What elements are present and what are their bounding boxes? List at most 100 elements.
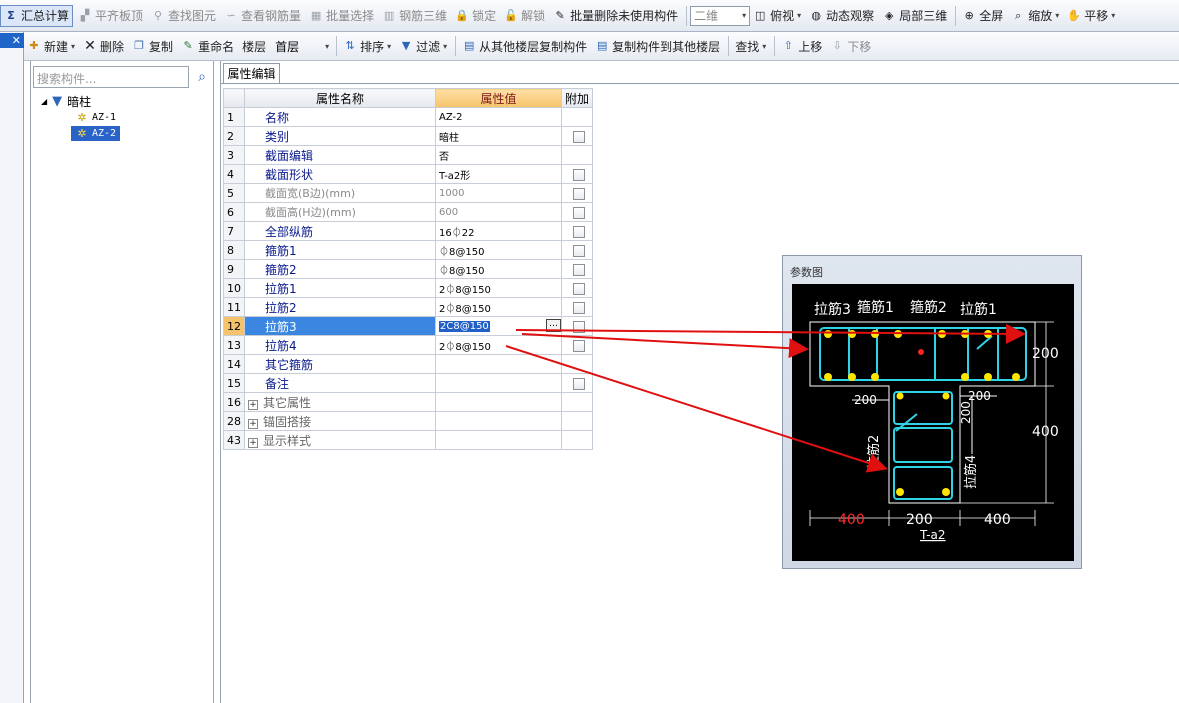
property-name: 其它箍筋: [244, 354, 436, 374]
pan-button[interactable]: ✋ 平移 ▾: [1064, 5, 1118, 27]
extra-checkbox[interactable]: [573, 263, 585, 276]
property-name: 截面编辑: [244, 145, 436, 165]
rebar-button[interactable]: ∽ 查看钢筋量: [221, 5, 304, 27]
extra-checkbox[interactable]: [573, 377, 585, 390]
floor-select[interactable]: 首层 ▾: [271, 36, 333, 56]
table-row[interactable]: 6 截面高(H边)(mm) 600: [223, 202, 594, 222]
extra-cell: [560, 392, 594, 412]
property-value[interactable]: 2⏀8@150: [435, 278, 562, 298]
table-row[interactable]: 2 类别 暗柱: [223, 126, 594, 146]
delete-button[interactable]: ✕ 删除: [80, 35, 127, 57]
extra-checkbox[interactable]: [573, 130, 585, 143]
property-value[interactable]: ⏀8@150: [435, 240, 562, 260]
extra-checkbox[interactable]: [573, 244, 585, 257]
property-value[interactable]: ⏀8@150: [435, 259, 562, 279]
collapse-icon[interactable]: ◢: [41, 97, 47, 106]
find-button[interactable]: ⚲ 查找图元: [148, 5, 219, 27]
table-row[interactable]: 43 + 显示样式: [223, 430, 594, 450]
extra-checkbox[interactable]: [573, 187, 585, 200]
r3d-button[interactable]: ▥ 钢筋三维: [379, 5, 450, 27]
table-row[interactable]: 16 + 其它属性: [223, 392, 594, 412]
move-up-button[interactable]: ⇧ 上移: [778, 35, 825, 57]
property-value[interactable]: [435, 392, 562, 412]
property-value[interactable]: [435, 411, 562, 431]
property-value[interactable]: 暗柱: [435, 126, 562, 146]
extra-header[interactable]: 附加: [560, 88, 594, 108]
lock-button[interactable]: 🔒 锁定: [452, 5, 499, 27]
table-row[interactable]: 8 箍筋1 ⏀8@150: [223, 240, 594, 260]
new-button[interactable]: ✚ 新建 ▾: [24, 35, 78, 57]
property-value[interactable]: 2⏀8@150: [435, 335, 562, 355]
table-row[interactable]: 11 拉筋2 2⏀8@150: [223, 297, 594, 317]
expand-icon[interactable]: +: [248, 437, 258, 448]
batch-button[interactable]: ▦ 批量选择: [306, 5, 377, 27]
property-value[interactable]: 2⏀8@150: [435, 297, 562, 317]
extra-checkbox[interactable]: [573, 320, 585, 333]
table-row[interactable]: 4 截面形状 T-a2形: [223, 164, 594, 184]
copy-from-floor-button[interactable]: ▤ 从其他楼层复制构件: [459, 35, 590, 57]
table-row[interactable]: 14 其它箍筋: [223, 354, 594, 374]
table-row[interactable]: 15 备注: [223, 373, 594, 393]
property-value[interactable]: 否: [435, 145, 562, 165]
table-row[interactable]: 5 截面宽(B边)(mm) 1000: [223, 183, 594, 203]
table-row[interactable]: 1 名称 AZ-2: [223, 107, 594, 127]
search-icon[interactable]: ⌕: [191, 66, 213, 88]
top-button[interactable]: ◫ 俯视 ▾: [750, 5, 804, 27]
table-row[interactable]: 13 拉筋4 2⏀8@150: [223, 335, 594, 355]
rename-button[interactable]: ✎ 重命名: [178, 35, 237, 57]
table-row[interactable]: 28 + 锚固搭接: [223, 411, 594, 431]
extra-checkbox[interactable]: [573, 206, 585, 219]
property-value[interactable]: [435, 373, 562, 393]
orbit-button[interactable]: ◍ 动态观察: [806, 5, 877, 27]
table-row[interactable]: 12 拉筋3 2C8@150…: [223, 316, 594, 336]
property-value[interactable]: [435, 430, 562, 450]
table-row[interactable]: 3 截面编辑否: [223, 145, 594, 165]
sort-button[interactable]: ⇅ 排序 ▾: [340, 35, 394, 57]
close-icon[interactable]: ✕: [0, 33, 24, 48]
property-value[interactable]: 2C8@150…: [435, 316, 562, 336]
extra-checkbox[interactable]: [573, 282, 585, 295]
extra-cell: [560, 107, 594, 127]
extra-checkbox[interactable]: [573, 168, 585, 181]
row-number: 5: [223, 183, 245, 203]
extra-checkbox[interactable]: [573, 225, 585, 238]
batchdel-button[interactable]: ✎ 批量删除未使用构件: [550, 5, 681, 27]
copy-button[interactable]: ❐ 复制: [129, 35, 176, 57]
property-name-header[interactable]: 属性名称: [244, 88, 436, 108]
table-row[interactable]: 9 箍筋2 ⏀8@150: [223, 259, 594, 279]
component-toolbar: ✚ 新建 ▾ ✕ 删除 ❐ 复制 ✎ 重命名 楼层 首层 ▾ ⇅ 排序 ▾ ▼ 过滤 ▾ ▤ 从其他楼…: [24, 32, 1179, 61]
unlock-button[interactable]: 🔓 解锁: [501, 5, 548, 27]
tab-property-edit[interactable]: 属性编辑: [223, 63, 280, 84]
expand-icon[interactable]: +: [248, 399, 258, 410]
view-mode-select[interactable]: 二维 ▾: [690, 5, 751, 26]
full-button[interactable]: ⊕ 全屏: [959, 5, 1006, 27]
property-value[interactable]: 1000: [435, 183, 562, 203]
expand-icon[interactable]: +: [248, 418, 258, 429]
table-row[interactable]: 7 全部纵筋 16⏀22: [223, 221, 594, 241]
table-row[interactable]: 10 拉筋1 2⏀8@150: [223, 278, 594, 298]
ellipsis-button[interactable]: …: [546, 319, 561, 332]
search-input[interactable]: 搜索构件...: [33, 66, 189, 88]
filter-button[interactable]: ▼ 过滤 ▾: [396, 35, 450, 57]
extra-checkbox[interactable]: [573, 301, 585, 314]
copy-to-floor-button[interactable]: ▤ 复制构件到其他楼层: [592, 35, 723, 57]
zoom-button[interactable]: ⌕ 缩放 ▾: [1008, 5, 1062, 27]
extra-checkbox[interactable]: [573, 339, 585, 352]
property-value[interactable]: 600: [435, 202, 562, 222]
property-value[interactable]: [435, 354, 562, 374]
find-button[interactable]: 查找 ▾: [732, 35, 769, 57]
property-value-header[interactable]: 属性值: [435, 88, 562, 108]
separator: [774, 36, 776, 56]
main-toolbar: Σ 汇总计算 ▞ 平齐板顶 ⚲ 查找图元 ∽ 查看钢筋量 ▦ 批量选择 ▥ 钢筋三维 🔒 锁定 🔓 解锁 ✎ 批量…: [0, 0, 1179, 32]
property-value[interactable]: T-a2形: [435, 164, 562, 184]
summary-button[interactable]: Σ 汇总计算: [0, 4, 74, 27]
tree-item-az2[interactable]: ✲ AZ-2: [71, 126, 121, 141]
local3d-button[interactable]: ◈ 局部三维: [879, 5, 950, 27]
property-value[interactable]: AZ-2: [435, 107, 562, 127]
move-down-button[interactable]: ⇩ 下移: [827, 35, 874, 57]
tree-root[interactable]: ◢ ▼ 暗柱: [41, 94, 91, 109]
flush-button[interactable]: ▞ 平齐板顶: [75, 5, 146, 27]
tree-item-az1[interactable]: ✲ AZ-1: [75, 110, 116, 125]
property-value[interactable]: 16⏀22: [435, 221, 562, 241]
label-stirrup-2: 箍筋2: [910, 299, 947, 316]
